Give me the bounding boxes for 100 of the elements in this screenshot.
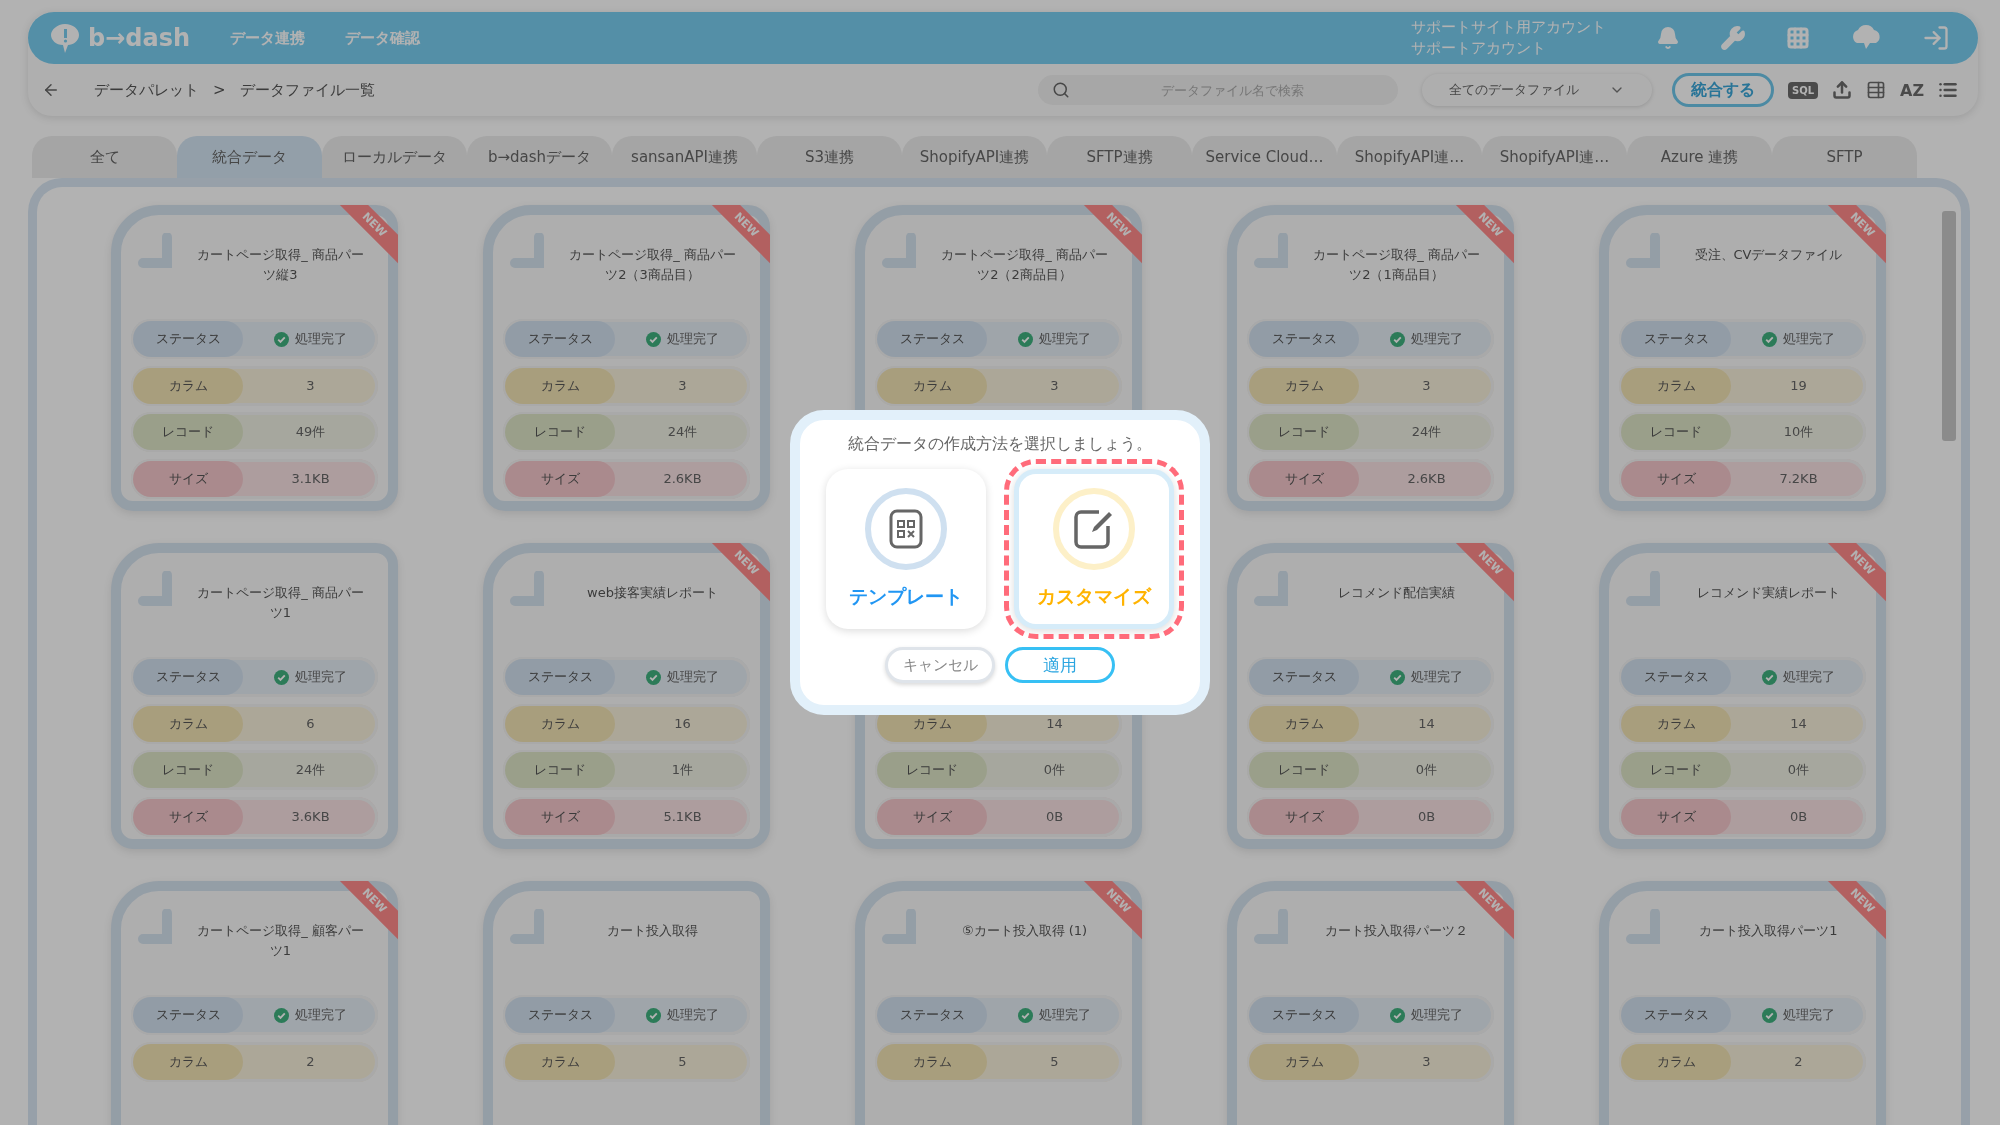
logo-text: b→dash bbox=[88, 24, 191, 52]
info-value: 3 bbox=[306, 378, 315, 393]
info-value: 49件 bbox=[295, 423, 326, 441]
info-value: 処理完了 bbox=[1039, 330, 1091, 348]
sort-icon[interactable]: AZ bbox=[1900, 80, 1924, 100]
info-label: サイズ bbox=[1621, 798, 1731, 835]
info-value: 0件 bbox=[1415, 761, 1438, 779]
check-icon bbox=[1390, 669, 1405, 685]
merge-button[interactable]: 統合する bbox=[1671, 73, 1774, 107]
file-card[interactable]: カート投入取得 ステータス 処理完了 カラム 5 bbox=[483, 881, 770, 1125]
info-label: カラム bbox=[505, 705, 615, 742]
info-label: サイズ bbox=[1621, 460, 1731, 497]
info-value: 3 bbox=[1422, 1054, 1431, 1069]
info-label: カラム bbox=[1621, 1043, 1731, 1080]
info-label: ステータス bbox=[133, 321, 243, 357]
info-value: 3 bbox=[1050, 378, 1059, 393]
info-value: 0B bbox=[1789, 809, 1808, 824]
tab[interactable]: 統合データ bbox=[177, 136, 322, 178]
info-value: 0B bbox=[1417, 809, 1436, 824]
info-label: レコード bbox=[1621, 752, 1731, 788]
info-value: 処理完了 bbox=[295, 668, 347, 686]
info-value: 処理完了 bbox=[1783, 1006, 1835, 1024]
edit-icon bbox=[1073, 508, 1115, 550]
wrench-icon[interactable] bbox=[1720, 25, 1746, 51]
info-value: 7.2KB bbox=[1779, 471, 1818, 486]
info-value: 6 bbox=[306, 716, 315, 731]
check-icon bbox=[1018, 331, 1033, 347]
bell-icon[interactable] bbox=[1656, 26, 1680, 50]
apply-button[interactable]: 適用 bbox=[1005, 647, 1115, 683]
info-value: 処理完了 bbox=[1411, 668, 1463, 686]
info-value: 2.6KB bbox=[1407, 471, 1446, 486]
tab[interactable]: SFTP bbox=[1772, 136, 1917, 178]
info-label: レコード bbox=[505, 414, 615, 450]
tab[interactable]: ローカルデータ bbox=[322, 136, 467, 178]
info-label: サイズ bbox=[133, 798, 243, 835]
info-value: 処理完了 bbox=[295, 1006, 347, 1024]
info-label: レコード bbox=[505, 752, 615, 788]
info-value: 14 bbox=[1418, 716, 1435, 731]
grid-icon[interactable] bbox=[1786, 26, 1810, 50]
tab[interactable]: Azure 連携 bbox=[1627, 136, 1772, 178]
tab[interactable]: b→dashデータ bbox=[467, 136, 612, 178]
check-icon bbox=[274, 331, 289, 347]
info-label: ステータス bbox=[133, 997, 243, 1033]
info-label: サイズ bbox=[877, 798, 987, 835]
info-value: 処理完了 bbox=[667, 668, 719, 686]
info-label: ステータス bbox=[1621, 321, 1731, 357]
info-label: ステータス bbox=[505, 321, 615, 357]
file-title: カートページ取得_ 商品パーツ1 bbox=[196, 584, 365, 622]
list-icon[interactable] bbox=[1938, 80, 1958, 100]
breadcrumb-link[interactable]: データパレット bbox=[94, 80, 199, 100]
info-value: 3 bbox=[1422, 378, 1431, 393]
info-label: ステータス bbox=[1249, 321, 1359, 357]
method-option[interactable]: テンプレート bbox=[826, 469, 986, 629]
info-value: 10件 bbox=[1783, 423, 1814, 441]
info-label: ステータス bbox=[877, 997, 987, 1033]
info-value: 3.1KB bbox=[291, 471, 330, 486]
info-label: カラム bbox=[877, 367, 987, 404]
info-value: 5 bbox=[678, 1054, 687, 1069]
info-label: カラム bbox=[133, 1043, 243, 1080]
tab[interactable]: ShopifyAPI連… bbox=[1337, 136, 1482, 178]
upload-icon[interactable] bbox=[1832, 80, 1852, 100]
account-name: サポートサイト用アカウント bbox=[1411, 17, 1606, 38]
check-icon bbox=[1762, 331, 1777, 347]
info-label: サイズ bbox=[1249, 798, 1359, 835]
info-label: カラム bbox=[133, 705, 243, 742]
file-filter-select[interactable]: 全てのデータファイル bbox=[1421, 74, 1652, 106]
info-value: 2.6KB bbox=[663, 471, 702, 486]
check-icon bbox=[1762, 1007, 1777, 1023]
info-value: 処理完了 bbox=[295, 330, 347, 348]
info-value: 0件 bbox=[1043, 761, 1066, 779]
tab[interactable]: ShopifyAPI連携 bbox=[902, 136, 1047, 178]
scrollbar-thumb[interactable] bbox=[1942, 211, 1956, 441]
info-label: カラム bbox=[505, 367, 615, 404]
info-value: 14 bbox=[1046, 716, 1063, 731]
info-value: 処理完了 bbox=[1783, 330, 1835, 348]
cancel-button[interactable]: キャンセル bbox=[885, 647, 995, 683]
tab[interactable]: SFTP連携 bbox=[1047, 136, 1192, 178]
table-icon[interactable] bbox=[1866, 80, 1886, 100]
info-value: 14 bbox=[1790, 716, 1807, 731]
file-card[interactable]: カートページ取得_ 商品パーツ1 ステータス 処理完了 カラム 6 レコード 24件 サイズ 3.6KB bbox=[111, 543, 398, 849]
tab[interactable]: Service Cloud… bbox=[1192, 136, 1337, 178]
tab[interactable]: sansanAPI連携 bbox=[612, 136, 757, 178]
info-label: ステータス bbox=[133, 659, 243, 695]
qr-code-icon bbox=[889, 509, 923, 549]
file-title: レコメンド配信実績 bbox=[1337, 584, 1456, 602]
sql-icon[interactable]: SQL bbox=[1787, 81, 1818, 99]
info-value: 19 bbox=[1790, 378, 1807, 393]
info-label: レコード bbox=[133, 752, 243, 788]
info-label: ステータス bbox=[1621, 997, 1731, 1033]
check-icon bbox=[646, 1007, 661, 1023]
info-label: ステータス bbox=[877, 321, 987, 357]
info-value: 2 bbox=[306, 1054, 315, 1069]
tab[interactable]: S3連携 bbox=[757, 136, 902, 178]
info-value: 処理完了 bbox=[1039, 1006, 1091, 1024]
logout-icon[interactable] bbox=[1922, 24, 1950, 52]
tab[interactable]: 全て bbox=[32, 136, 177, 178]
breadcrumb-current: データファイル一覧 bbox=[239, 80, 375, 100]
tab[interactable]: ShopifyAPI連… bbox=[1482, 136, 1627, 178]
info-label: カラム bbox=[1249, 1043, 1359, 1080]
info-label: カラム bbox=[877, 1043, 987, 1080]
